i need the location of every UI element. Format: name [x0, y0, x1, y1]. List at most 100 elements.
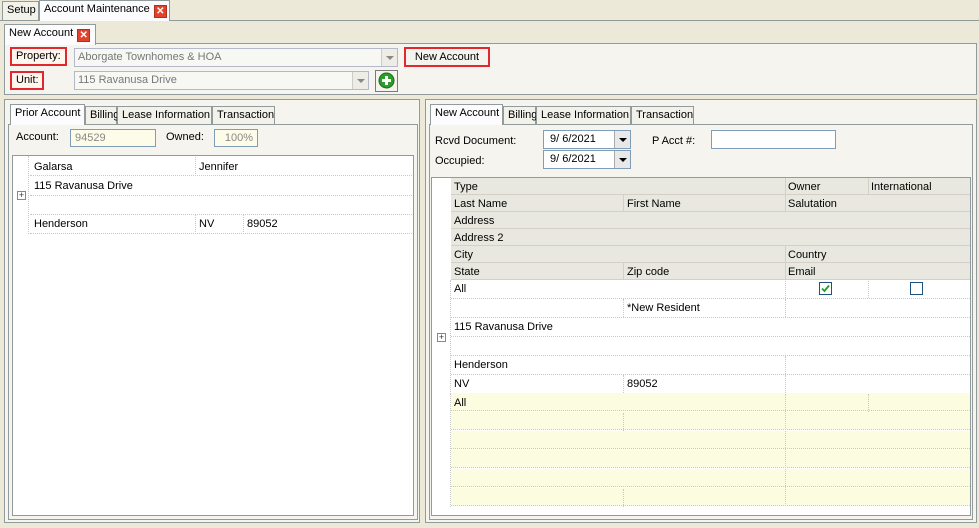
- chevron-down-icon[interactable]: [352, 72, 368, 89]
- new-account-button-label: New Account: [414, 51, 480, 63]
- right-row-divider: [451, 298, 970, 299]
- new-city: Henderson: [454, 359, 508, 371]
- occupied-date-value: 9/ 6/2021: [550, 153, 596, 165]
- empty-row: [451, 488, 970, 506]
- col-header-last-name: Last Name: [454, 198, 508, 210]
- header-col-divider: [785, 263, 786, 280]
- right-col-divider: [785, 299, 786, 317]
- left-tab-billing-label: Billing: [90, 109, 120, 121]
- right-row-divider: [451, 317, 970, 318]
- p-acct-field[interactable]: [711, 130, 836, 149]
- right-tab-new-account-label: New Account: [435, 107, 500, 119]
- owned-field-value: 100%: [224, 132, 253, 144]
- empty-row: [451, 431, 970, 449]
- left-grid: [12, 155, 414, 516]
- occupied-label: Occupied:: [435, 155, 485, 167]
- property-select[interactable]: Aborgate Townhomes & HOA: [74, 48, 398, 67]
- col-header-city: City: [454, 249, 473, 261]
- account-field-value: 94529: [75, 132, 106, 144]
- expand-icon[interactable]: +: [437, 333, 446, 342]
- left-row-divider: [30, 195, 412, 196]
- left-tab-prior-account[interactable]: Prior Account: [10, 104, 85, 125]
- left-tab-billing[interactable]: Billing: [85, 106, 120, 125]
- add-unit-button[interactable]: [375, 70, 398, 92]
- tab-account-maintenance-label: Account Maintenance: [44, 3, 150, 15]
- right-col-divider: [623, 375, 624, 393]
- header-col-divider: [785, 195, 786, 212]
- right-col-divider: [785, 281, 786, 298]
- chevron-down-icon[interactable]: [614, 131, 630, 148]
- property-label-text: Property:: [16, 50, 61, 62]
- left-col-divider: [195, 215, 196, 234]
- owned-field: 100%: [214, 129, 258, 147]
- right-tab-transaction[interactable]: Transaction: [631, 106, 694, 125]
- unit-label-text: Unit:: [16, 74, 39, 86]
- property-select-value: Aborgate Townhomes & HOA: [78, 51, 222, 63]
- expand-icon[interactable]: +: [17, 191, 26, 200]
- rcvd-document-date[interactable]: 9/ 6/2021: [543, 130, 631, 149]
- left-tab-lease-information-label: Lease Information: [122, 109, 211, 121]
- add-circle-icon: [378, 72, 395, 89]
- new-account-button[interactable]: New Account: [404, 47, 490, 67]
- unit-select[interactable]: 115 Ravanusa Drive: [74, 71, 369, 90]
- chevron-down-icon[interactable]: [381, 49, 397, 66]
- account-field: 94529: [70, 129, 156, 147]
- left-col-divider: [195, 157, 196, 176]
- tab-account-maintenance[interactable]: Account Maintenance ✕: [39, 0, 170, 21]
- header-col-divider: [785, 246, 786, 263]
- left-tab-prior-account-label: Prior Account: [15, 107, 81, 119]
- header-row: [451, 246, 970, 263]
- col-header-address: Address: [454, 215, 495, 227]
- new-zip: 89052: [627, 378, 658, 390]
- header-row: [451, 229, 970, 246]
- col-header-zip: Zip code: [627, 266, 670, 278]
- unit-select-value: 115 Ravanusa Drive: [78, 74, 177, 86]
- right-tab-transaction-label: Transaction: [636, 109, 694, 121]
- occupied-date[interactable]: 9/ 6/2021: [543, 150, 631, 169]
- empty-col-divider: [785, 394, 786, 506]
- right-col-divider: [785, 356, 786, 374]
- left-tab-transaction[interactable]: Transaction: [212, 106, 275, 125]
- tab-new-account-document[interactable]: New Account ✕: [4, 24, 96, 45]
- header-col-divider: [623, 263, 624, 280]
- right-tab-lease-information-label: Lease Information: [541, 109, 630, 121]
- col-header-country: Country: [788, 249, 827, 261]
- col-header-salutation: Salutation: [788, 198, 837, 210]
- right-tab-lease-information[interactable]: Lease Information: [536, 106, 631, 125]
- right-grid-gutter-lower: [432, 393, 451, 507]
- owner-checkbox[interactable]: [819, 282, 832, 295]
- close-icon[interactable]: ✕: [77, 29, 91, 42]
- unit-label: Unit:: [10, 71, 44, 90]
- header-row: [451, 195, 970, 212]
- chevron-down-icon[interactable]: [614, 151, 630, 168]
- new-email: All: [454, 397, 467, 409]
- empty-col-divider: [868, 394, 869, 412]
- rcvd-document-label: Rcvd Document:: [435, 135, 517, 147]
- empty-row: [451, 393, 970, 411]
- col-header-international: International: [871, 181, 932, 193]
- owned-label: Owned:: [166, 131, 204, 143]
- left-tab-lease-information[interactable]: Lease Information: [117, 106, 212, 125]
- empty-row: [451, 469, 970, 487]
- col-header-first-name: First Name: [627, 198, 681, 210]
- right-row-divider: [451, 355, 970, 356]
- checkmark-icon: [821, 284, 830, 293]
- right-row-divider: [451, 336, 970, 337]
- empty-col-divider: [623, 413, 624, 431]
- prior-first-name: Jennifer: [199, 161, 239, 173]
- empty-row: [451, 412, 970, 430]
- international-checkbox[interactable]: [910, 282, 923, 295]
- empty-col-divider: [623, 489, 624, 507]
- right-tab-billing[interactable]: Billing: [503, 106, 537, 125]
- new-state: NV: [454, 378, 470, 390]
- header-col-divider: [623, 195, 624, 212]
- close-icon[interactable]: ✕: [153, 5, 167, 18]
- tab-setup-label: Setup: [7, 4, 36, 16]
- left-col-divider: [243, 215, 244, 234]
- p-acct-label: P Acct #:: [652, 135, 696, 147]
- new-address: 115 Ravanusa Drive: [454, 321, 553, 333]
- left-row-divider: [30, 175, 412, 176]
- tab-setup[interactable]: Setup: [2, 1, 39, 20]
- right-tab-new-account[interactable]: New Account: [430, 104, 503, 125]
- col-header-state: State: [454, 266, 480, 278]
